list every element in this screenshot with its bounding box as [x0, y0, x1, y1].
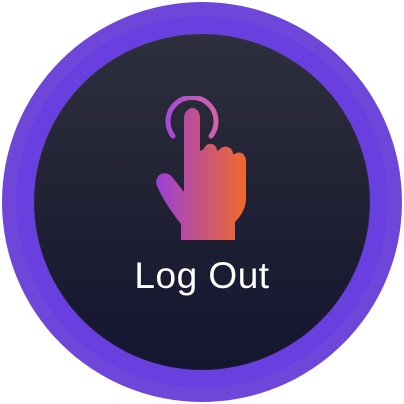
logout-label: Log Out	[134, 255, 270, 296]
stage: Log Out	[0, 0, 404, 404]
tap-hand-icon	[156, 96, 246, 240]
